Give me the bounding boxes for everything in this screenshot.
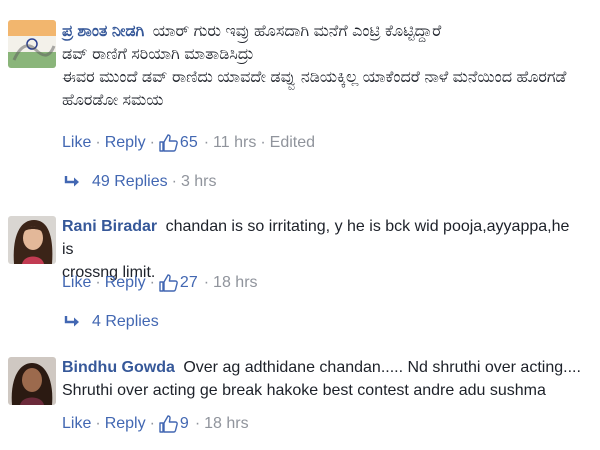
edited-label[interactable]: Edited — [270, 134, 315, 152]
separator: · — [203, 134, 210, 151]
like-count[interactable]: 9 — [180, 415, 189, 433]
avatar[interactable] — [8, 357, 56, 405]
comment-body: ಪ್ರ ಶಾಂತ ನೀಡಗಿ ಯಾರ್ ಗುರು ಇವ್ರು ಹೊಸದಾಗಿ ಮ… — [62, 20, 582, 112]
thumbs-up-icon[interactable] — [159, 415, 179, 433]
like-count[interactable]: 27 — [180, 274, 198, 292]
separator: · — [194, 415, 201, 432]
comment-actions: Like · Reply · 9 · 18 hrs — [62, 415, 249, 433]
like-button[interactable]: Like — [62, 415, 91, 433]
separator: · — [149, 415, 155, 432]
avatar[interactable] — [8, 20, 56, 68]
reply-arrow-icon — [64, 315, 80, 329]
separator: · — [149, 134, 155, 151]
comment-actions: Like · Reply · 65 · 11 hrs · Edited — [62, 134, 315, 152]
separator: · — [171, 173, 177, 190]
replies-timestamp: 3 hrs — [180, 173, 217, 190]
comment-text: Over ag adthidane chandan..... Nd shruth… — [183, 359, 581, 376]
comment-text: ಹೊರಡೋ ಸಮಯ — [62, 92, 164, 109]
replies-link[interactable]: 4 Replies — [64, 313, 159, 331]
separator: · — [203, 274, 210, 291]
replies-count[interactable]: 49 Replies — [92, 173, 168, 191]
reply-arrow-icon — [64, 175, 80, 189]
comment-author[interactable]: ಪ್ರ ಶಾಂತ ನೀಡಗಿ — [62, 23, 144, 40]
separator: · — [95, 415, 101, 432]
timestamp[interactable]: 18 hrs — [213, 274, 257, 292]
avatar[interactable] — [8, 216, 56, 264]
like-button[interactable]: Like — [62, 274, 91, 292]
like-count[interactable]: 65 — [180, 134, 198, 152]
replies-link[interactable]: 49 Replies · 3 hrs — [64, 173, 217, 191]
separator: · — [95, 134, 101, 151]
timestamp[interactable]: 18 hrs — [204, 415, 248, 433]
like-button[interactable]: Like — [62, 134, 91, 152]
reply-button[interactable]: Reply — [105, 134, 146, 152]
timestamp[interactable]: 11 hrs — [213, 134, 256, 152]
comment-body: Bindhu Gowda Over ag adthidane chandan..… — [62, 356, 582, 402]
separator: · — [260, 134, 266, 151]
comment-actions: Like · Reply · 27 · 18 hrs — [62, 274, 258, 292]
replies-count[interactable]: 4 Replies — [92, 313, 159, 331]
comment-text: ಈವರ ಮುಂದೆ ಡವ್ ರಾಣಿದು ಯಾವದೇ ಡವ್ವು ನಡಿಯಕ್ಕ… — [62, 69, 567, 86]
thumbs-up-icon[interactable] — [159, 274, 179, 292]
reply-button[interactable]: Reply — [105, 415, 146, 433]
comment-text: ಯಾರ್ ಗುರು ಇವ್ರು ಹೊಸದಾಗಿ ಮನೆಗೆ ಎಂಟ್ರಿ ಕೊಟ… — [152, 23, 442, 40]
separator: · — [149, 274, 155, 291]
separator: · — [95, 274, 101, 291]
comment-text: Shruthi over acting ge break hakoke best… — [62, 382, 546, 399]
comment-author[interactable]: Rani Biradar — [62, 218, 157, 235]
reply-button[interactable]: Reply — [105, 274, 146, 292]
comment-text: ಡವ್ ರಾಣಿಗೆ ಸರಿಯಾಗಿ ಮಾತಾಡಿಸಿದ್ರು — [62, 46, 254, 63]
comment-author[interactable]: Bindhu Gowda — [62, 359, 175, 376]
thumbs-up-icon[interactable] — [159, 134, 179, 152]
